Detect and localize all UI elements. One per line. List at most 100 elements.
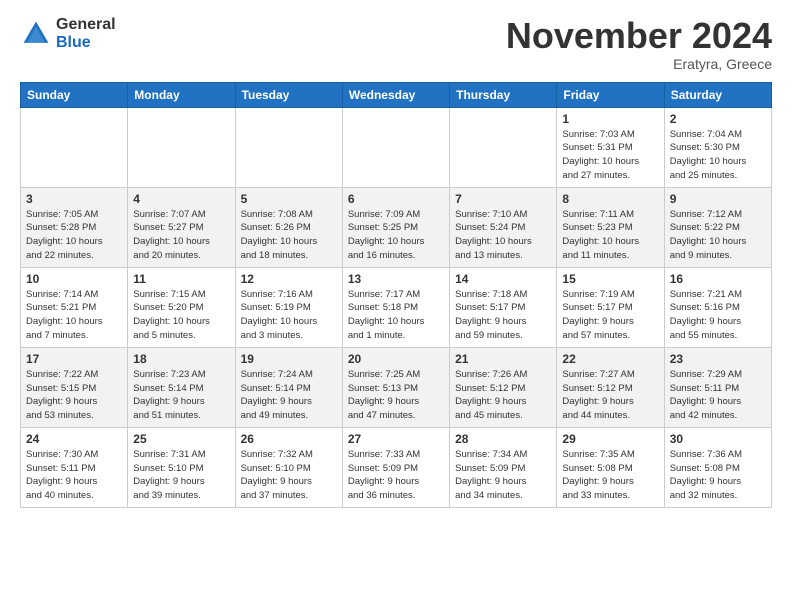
day-cell: 25Sunrise: 7:31 AMSunset: 5:10 PMDayligh… <box>128 427 235 507</box>
week-row-3: 10Sunrise: 7:14 AMSunset: 5:21 PMDayligh… <box>21 267 772 347</box>
calendar: SundayMondayTuesdayWednesdayThursdayFrid… <box>20 82 772 508</box>
day-cell: 24 Sunrise: 7:30 AMSunset: 5:11 PMDayligh… <box>21 427 128 507</box>
day-info: Sunrise: 7:34 AMSunset: 5:09 PMDaylight:… <box>455 448 551 503</box>
day-cell: 15 Sunrise: 7:19 AMSunset: 5:17 PMDayligh… <box>557 267 664 347</box>
day-number: 15 <box>562 272 658 286</box>
day-header-thursday: Thursday <box>450 82 557 107</box>
day-cell: 8 Sunrise: 7:11 AMSunset: 5:23 PMDaylight… <box>557 187 664 267</box>
day-cell: 30Sunrise: 7:36 AMSunset: 5:08 PMDayligh… <box>664 427 771 507</box>
day-info: Sunrise: 7:30 AMSunset: 5:11 PMDaylight:… <box>26 448 122 503</box>
month-title: November 2024 <box>506 16 772 56</box>
day-header-friday: Friday <box>557 82 664 107</box>
day-cell: 18Sunrise: 7:23 AMSunset: 5:14 PMDayligh… <box>128 347 235 427</box>
day-info: Sunrise: 7:04 AMSunset: 5:30 PMDaylight:… <box>670 128 766 183</box>
day-info: Sunrise: 7:12 AMSunset: 5:22 PMDaylight:… <box>670 208 766 263</box>
day-cell: 3 Sunrise: 7:05 AMSunset: 5:28 PMDaylight… <box>21 187 128 267</box>
day-info: Sunrise: 7:33 AMSunset: 5:09 PMDaylight:… <box>348 448 444 503</box>
day-header-saturday: Saturday <box>664 82 771 107</box>
day-cell <box>128 107 235 187</box>
day-cell: 19Sunrise: 7:24 AMSunset: 5:14 PMDayligh… <box>235 347 342 427</box>
day-info: Sunrise: 7:11 AMSunset: 5:23 PMDaylight:… <box>562 208 658 263</box>
day-cell: 11 Sunrise: 7:15 AMSunset: 5:20 PMDayligh… <box>128 267 235 347</box>
day-number: 1 <box>562 112 658 126</box>
week-row-2: 3 Sunrise: 7:05 AMSunset: 5:28 PMDaylight… <box>21 187 772 267</box>
day-number: 8 <box>562 192 658 206</box>
header-row: SundayMondayTuesdayWednesdayThursdayFrid… <box>21 82 772 107</box>
day-info: Sunrise: 7:24 AMSunset: 5:14 PMDaylight:… <box>241 368 337 423</box>
logo-text: General Blue <box>56 16 116 51</box>
day-cell: 17 Sunrise: 7:22 AMSunset: 5:15 PMDayligh… <box>21 347 128 427</box>
day-info: Sunrise: 7:19 AMSunset: 5:17 PMDaylight:… <box>562 288 658 343</box>
day-number: 27 <box>348 432 444 446</box>
day-cell: 26 Sunrise: 7:32 AMSunset: 5:10 PMDayligh… <box>235 427 342 507</box>
day-number: 16 <box>670 272 766 286</box>
logo-icon <box>20 18 52 50</box>
day-info: Sunrise: 7:35 AMSunset: 5:08 PMDaylight:… <box>562 448 658 503</box>
day-number: 7 <box>455 192 551 206</box>
day-number: 22 <box>562 352 658 366</box>
week-row-1: 1Sunrise: 7:03 AMSunset: 5:31 PMDaylight… <box>21 107 772 187</box>
day-cell: 16 Sunrise: 7:21 AMSunset: 5:16 PMDayligh… <box>664 267 771 347</box>
day-cell <box>21 107 128 187</box>
day-cell <box>235 107 342 187</box>
day-info: Sunrise: 7:07 AMSunset: 5:27 PMDaylight:… <box>133 208 229 263</box>
day-number: 11 <box>133 272 229 286</box>
day-number: 21 <box>455 352 551 366</box>
day-cell: 6 Sunrise: 7:09 AMSunset: 5:25 PMDaylight… <box>342 187 449 267</box>
day-number: 5 <box>241 192 337 206</box>
day-info: Sunrise: 7:22 AMSunset: 5:15 PMDaylight:… <box>26 368 122 423</box>
day-cell: 27 Sunrise: 7:33 AMSunset: 5:09 PMDayligh… <box>342 427 449 507</box>
day-header-wednesday: Wednesday <box>342 82 449 107</box>
day-cell: 22 Sunrise: 7:27 AMSunset: 5:12 PMDayligh… <box>557 347 664 427</box>
day-number: 3 <box>26 192 122 206</box>
day-number: 4 <box>133 192 229 206</box>
day-info: Sunrise: 7:25 AMSunset: 5:13 PMDaylight:… <box>348 368 444 423</box>
day-number: 17 <box>26 352 122 366</box>
day-cell: 4 Sunrise: 7:07 AMSunset: 5:27 PMDaylight… <box>128 187 235 267</box>
day-info: Sunrise: 7:05 AMSunset: 5:28 PMDaylight:… <box>26 208 122 263</box>
day-info: Sunrise: 7:18 AMSunset: 5:17 PMDaylight:… <box>455 288 551 343</box>
day-info: Sunrise: 7:27 AMSunset: 5:12 PMDaylight:… <box>562 368 658 423</box>
day-number: 30 <box>670 432 766 446</box>
day-cell <box>342 107 449 187</box>
day-info: Sunrise: 7:26 AMSunset: 5:12 PMDaylight:… <box>455 368 551 423</box>
day-cell: 23Sunrise: 7:29 AMSunset: 5:11 PMDayligh… <box>664 347 771 427</box>
logo-general: General <box>56 16 116 34</box>
day-header-tuesday: Tuesday <box>235 82 342 107</box>
day-cell: 5Sunrise: 7:08 AMSunset: 5:26 PMDaylight… <box>235 187 342 267</box>
day-cell: 20 Sunrise: 7:25 AMSunset: 5:13 PMDayligh… <box>342 347 449 427</box>
day-number: 24 <box>26 432 122 446</box>
page: General Blue November 2024 Eratyra, Gree… <box>0 0 792 612</box>
day-cell: 9Sunrise: 7:12 AMSunset: 5:22 PMDaylight… <box>664 187 771 267</box>
day-cell: 28Sunrise: 7:34 AMSunset: 5:09 PMDayligh… <box>450 427 557 507</box>
day-header-sunday: Sunday <box>21 82 128 107</box>
location-subtitle: Eratyra, Greece <box>506 56 772 72</box>
week-row-4: 17 Sunrise: 7:22 AMSunset: 5:15 PMDayligh… <box>21 347 772 427</box>
day-cell: 10Sunrise: 7:14 AMSunset: 5:21 PMDayligh… <box>21 267 128 347</box>
logo-blue: Blue <box>56 34 116 52</box>
day-info: Sunrise: 7:09 AMSunset: 5:25 PMDaylight:… <box>348 208 444 263</box>
day-cell: 7Sunrise: 7:10 AMSunset: 5:24 PMDaylight… <box>450 187 557 267</box>
day-header-monday: Monday <box>128 82 235 107</box>
day-cell: 29Sunrise: 7:35 AMSunset: 5:08 PMDayligh… <box>557 427 664 507</box>
day-number: 2 <box>670 112 766 126</box>
day-number: 10 <box>26 272 122 286</box>
day-info: Sunrise: 7:21 AMSunset: 5:16 PMDaylight:… <box>670 288 766 343</box>
day-info: Sunrise: 7:15 AMSunset: 5:20 PMDaylight:… <box>133 288 229 343</box>
day-number: 6 <box>348 192 444 206</box>
day-cell: 13Sunrise: 7:17 AMSunset: 5:18 PMDayligh… <box>342 267 449 347</box>
day-cell: 2 Sunrise: 7:04 AMSunset: 5:30 PMDaylight… <box>664 107 771 187</box>
day-cell <box>450 107 557 187</box>
day-cell: 21 Sunrise: 7:26 AMSunset: 5:12 PMDayligh… <box>450 347 557 427</box>
day-number: 26 <box>241 432 337 446</box>
day-info: Sunrise: 7:31 AMSunset: 5:10 PMDaylight:… <box>133 448 229 503</box>
title-block: November 2024 Eratyra, Greece <box>506 16 772 72</box>
day-info: Sunrise: 7:32 AMSunset: 5:10 PMDaylight:… <box>241 448 337 503</box>
day-cell: 1Sunrise: 7:03 AMSunset: 5:31 PMDaylight… <box>557 107 664 187</box>
day-info: Sunrise: 7:16 AMSunset: 5:19 PMDaylight:… <box>241 288 337 343</box>
day-number: 20 <box>348 352 444 366</box>
day-cell: 12Sunrise: 7:16 AMSunset: 5:19 PMDayligh… <box>235 267 342 347</box>
week-row-5: 24 Sunrise: 7:30 AMSunset: 5:11 PMDayligh… <box>21 427 772 507</box>
header: General Blue November 2024 Eratyra, Gree… <box>20 16 772 72</box>
calendar-body: 1Sunrise: 7:03 AMSunset: 5:31 PMDaylight… <box>21 107 772 507</box>
